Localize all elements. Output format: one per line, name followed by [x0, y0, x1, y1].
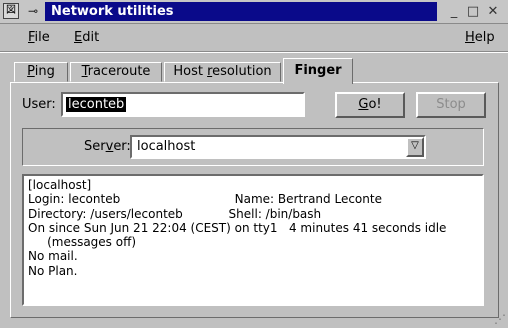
minimize-icon[interactable]: _: [446, 4, 462, 20]
resize-grip-icon[interactable]: ⋰: [488, 312, 506, 326]
tab-finger[interactable]: Finger: [283, 58, 353, 84]
dropdown-arrow-icon[interactable]: ▽: [406, 137, 424, 157]
tab-ping[interactable]: Ping: [14, 62, 68, 82]
maximize-icon[interactable]: □: [465, 4, 481, 20]
go-button[interactable]: Go!: [335, 92, 405, 118]
tab-host-resolution[interactable]: Host resolution: [164, 62, 281, 82]
stop-button[interactable]: Stop: [416, 92, 486, 118]
server-combobox[interactable]: localhost ▽: [130, 135, 426, 159]
title-bar[interactable]: 図 ⊸ Network utilities _ □ ✕: [0, 0, 508, 24]
user-input[interactable]: leconteb: [61, 92, 305, 117]
menu-help[interactable]: Help: [465, 30, 495, 45]
server-combobox-value: localhost: [137, 139, 196, 154]
menu-edit[interactable]: Edit: [74, 30, 99, 45]
menu-file[interactable]: File: [28, 30, 50, 45]
user-input-value: leconteb: [66, 97, 127, 112]
tab-traceroute[interactable]: Traceroute: [70, 62, 162, 82]
user-label: User:: [22, 97, 56, 112]
close-icon[interactable]: ✕: [485, 4, 501, 20]
finger-output[interactable]: [localhost] Login: leconteb Name: Bertra…: [22, 174, 484, 306]
server-label: Server:: [84, 139, 131, 154]
menu-bar: File Edit Help: [0, 25, 508, 52]
window-title: Network utilities: [45, 2, 437, 21]
pin-icon[interactable]: ⊸: [24, 3, 42, 19]
window-menu-icon[interactable]: 図: [3, 3, 19, 19]
